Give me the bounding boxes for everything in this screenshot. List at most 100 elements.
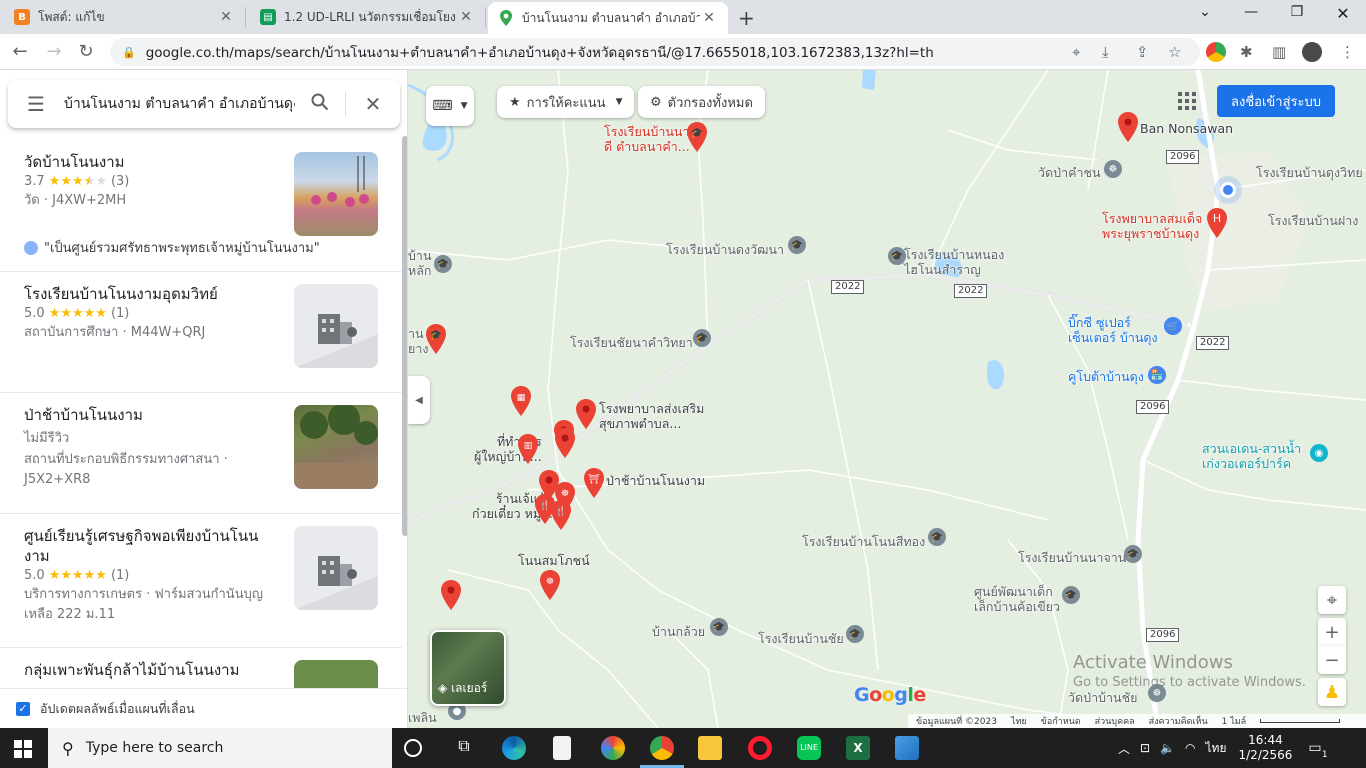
volume-icon[interactable]: 🔈 [1160,741,1175,755]
checkbox-checked-icon[interactable]: ✓ [16,701,30,716]
input-language[interactable]: ไทย [1206,739,1227,758]
file-explorer-icon[interactable] [698,736,722,760]
close-icon[interactable]: ✕ [346,92,400,116]
list-item[interactable]: กลุ่มเพาะพันธุ์กล้าไม้บ้านโนนงาม [0,648,402,690]
result-pin-icon[interactable] [554,428,576,458]
result-photo[interactable] [294,405,378,489]
school-icon[interactable]: 🎓 [928,528,946,546]
all-filters-button[interactable]: ⚙ ตัวกรองทั้งหมด [638,86,765,118]
keyboard-toggle-button[interactable]: ⌨ ▼ [426,86,474,126]
place-label[interactable]: โรงเรียนบ้านหนอง ไฮโนนสำราญ [904,247,1004,277]
sidepanel-icon[interactable]: ▥ [1272,43,1286,61]
result-name[interactable]: วัดบ้านโนนงาม [24,152,274,172]
place-label[interactable]: บิ๊กซี ซูเปอร์ เซ็นเตอร์ บ้านดุง [1068,315,1158,345]
map-canvas[interactable]: 2022 2022 2022 2096 2096 2096 โรงเรียนบ้… [408,70,1366,728]
more-menu-icon[interactable]: ⋮ [1340,43,1355,61]
install-icon[interactable]: ⤓ [1102,43,1109,61]
result-name[interactable]: ศูนย์เรียนรู้เศรษฐกิจพอเพียงบ้านโนนงาม [24,526,274,566]
privacy-link[interactable]: ส่วนบุคคล [1095,714,1135,728]
school-icon[interactable]: 🎓 [1124,545,1142,563]
clock[interactable]: 16:44 1/2/2566 [1239,733,1293,763]
opera-icon[interactable] [748,736,772,760]
result-photo[interactable] [294,660,378,690]
list-item[interactable]: ป่าช้าบ้านโนนงาม ไม่มีรีวิว สถานที่ประกอ… [0,393,402,514]
language-link[interactable]: ไทย [1011,714,1027,728]
place-label[interactable]: โนนสมโภชน์ [518,553,590,568]
school-pin-icon[interactable]: 🎓 [686,122,708,152]
tab-sheets[interactable]: ▤ 1.2 UD-LRLI นวัตกรรมเชื่อมโยงแหล่ง ✕ [250,7,486,27]
store-icon[interactable]: 🏪 [1148,366,1166,384]
lock-icon[interactable]: 🔒 [122,46,136,59]
search-box[interactable]: ☰ บ้านโนนงาม ตำบลนาคำ อำเภอบ้านดุง ✕ [8,80,400,128]
tab-maps[interactable]: บ้านโนนงาม ตำบลนาคำ อำเภอบ้านดุง ✕ [488,2,728,34]
office-pin-icon[interactable]: ▥ [517,434,539,464]
sign-in-button[interactable]: ลงชื่อเข้าสู่ระบบ [1217,85,1335,117]
taskbar-search[interactable]: ⚲ Type here to search [48,728,392,768]
hospital-pin-icon[interactable] [575,399,597,429]
apps-grid-icon[interactable] [1178,92,1196,110]
taskbar-search-input[interactable]: Type here to search [86,740,224,756]
map-data-credit[interactable]: ข้อมูลแผนที่ ©2023 [916,714,997,728]
extension-icon[interactable] [1206,42,1226,62]
minimize-button[interactable]: — [1228,4,1274,20]
school-icon[interactable]: 🎓 [434,255,452,273]
school-pin-icon[interactable]: 🎓 [425,324,447,354]
notification-icon[interactable]: ▭ 1 [1308,740,1327,760]
place-label[interactable]: โรงเรียนบ้านนาจาน [1018,550,1126,565]
place-label[interactable]: โรงพยาบาลสมเด็จ พระยุพราชบ้านดุง [1102,211,1202,241]
place-label[interactable]: Ban Nonsawan [1140,121,1233,136]
school-icon[interactable]: 🎓 [693,329,711,347]
zoom-out-button[interactable]: − [1318,646,1346,674]
place-label[interactable]: คูโบต้าบ้านดุง [1068,369,1144,384]
temple-icon[interactable]: ☸ [1104,160,1122,178]
temple-pin-icon[interactable]: ⛩ [583,468,605,498]
zoom-in-button[interactable]: + [1318,618,1346,646]
school-icon[interactable]: 🎓 [1062,586,1080,604]
collapse-panel-button[interactable]: ◀ [408,376,430,424]
avatar[interactable] [1302,42,1322,62]
new-tab-button[interactable]: + [738,6,755,30]
school-icon[interactable]: 🎓 [846,625,864,643]
rating-filter-button[interactable]: ★ การให้คะแนน ▼ [497,86,635,118]
close-window-button[interactable]: ✕ [1320,4,1366,23]
building-placeholder-icon[interactable] [294,284,378,368]
reload-icon[interactable]: ↻ [74,40,98,64]
list-item[interactable]: โรงเรียนบ้านโนนงามอุดมวิทย์ 5.0 ★★★★★ (1… [0,272,402,393]
file-icon[interactable] [553,736,571,760]
share-icon[interactable]: ⇪ [1136,43,1149,61]
place-label[interactable]: วัดป่าบ้านชัย [1068,690,1137,705]
school-icon[interactable]: 🎓 [788,236,806,254]
list-item[interactable]: ศูนย์เรียนรู้เศรษฐกิจพอเพียงบ้านโนนงาม 5… [0,514,402,648]
school-icon[interactable]: 🎓 [888,247,906,265]
url-text[interactable]: google.co.th/maps/search/บ้านโนนงาม+ตำบล… [146,41,934,63]
place-label[interactable]: วัดป่าคำชน [1038,165,1101,180]
hospital-pin-icon[interactable]: H [1206,208,1228,238]
network-icon[interactable]: ⊡ [1140,741,1150,755]
result-pin-icon[interactable] [1117,112,1139,142]
bookmark-star-icon[interactable]: ☆ [1168,43,1181,61]
layers-button[interactable]: ◈ เลเยอร์ [430,630,506,706]
photos-icon[interactable] [895,736,919,760]
shopping-icon[interactable]: 🛒 [1164,317,1182,335]
list-item[interactable]: วัดบ้านโนนงาม 3.7 ★★★★★ (3) วัด · J4XW+2… [0,140,402,272]
building-placeholder-icon[interactable] [294,526,378,610]
task-view-icon[interactable]: ⧉ [452,736,476,760]
tab-search-icon[interactable]: ⌄ [1182,4,1228,20]
windows-start-icon[interactable] [14,740,32,758]
search-icon[interactable] [295,93,345,116]
menu-icon[interactable]: ☰ [8,92,64,116]
edge-icon[interactable] [502,736,526,760]
camera-icon[interactable]: ◉ [1310,444,1328,462]
address-bar[interactable]: 🔒 google.co.th/maps/search/บ้านโนนงาม+ตำ… [110,38,1200,66]
close-icon[interactable]: ✕ [457,9,475,25]
place-label[interactable]: โรงเรียนบ้านนา ดี ตำบลนาคำ... [604,124,690,154]
place-label[interactable]: โรงเรียนบ้านดงวัฒนา [666,242,784,257]
result-photo[interactable] [294,152,378,236]
pegman-button[interactable]: ♟ [1318,678,1346,706]
result-name[interactable]: โรงเรียนบ้านโนนงามอุดมวิทย์ [24,284,274,304]
cortana-icon[interactable] [404,739,422,757]
result-name[interactable]: ป่าช้าบ้านโนนงาม [24,405,274,425]
my-location-button[interactable]: ⌖ [1318,586,1346,614]
result-pin-icon[interactable] [440,580,462,610]
forward-icon[interactable]: → [42,40,66,64]
